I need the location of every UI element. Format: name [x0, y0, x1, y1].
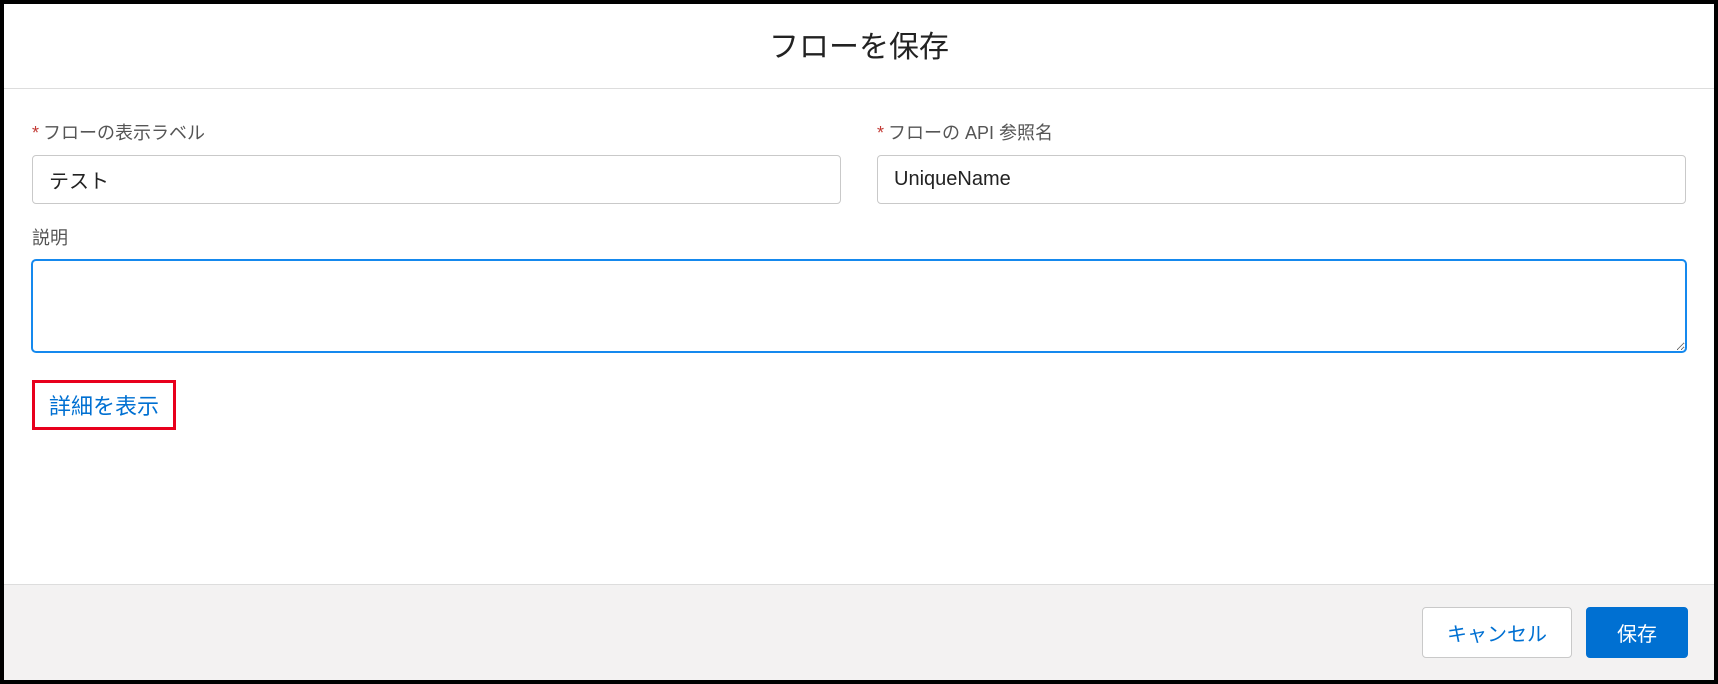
- display-label-label: *フローの表示ラベル: [32, 119, 841, 145]
- api-name-label: *フローの API 参照名: [877, 119, 1686, 145]
- save-button[interactable]: 保存: [1586, 607, 1688, 658]
- dialog-footer: キャンセル 保存: [4, 584, 1714, 680]
- api-name-input[interactable]: [877, 155, 1686, 204]
- cancel-button[interactable]: キャンセル: [1422, 607, 1572, 658]
- show-details-highlight: 詳細を表示: [32, 380, 176, 430]
- dialog-body: *フローの表示ラベル *フローの API 参照名 説明 詳細を表示: [4, 89, 1714, 584]
- field-row-top: *フローの表示ラベル *フローの API 参照名: [32, 119, 1686, 204]
- required-asterisk: *: [877, 123, 884, 143]
- api-name-text: フローの API 参照名: [888, 123, 1053, 143]
- description-label: 説明: [32, 224, 1686, 250]
- field-display-label: *フローの表示ラベル: [32, 119, 841, 204]
- field-api-name: *フローの API 参照名: [877, 119, 1686, 204]
- save-flow-dialog: フローを保存 *フローの表示ラベル *フローの API 参照名 説明 詳細を表示: [0, 0, 1718, 684]
- field-description: 説明: [32, 224, 1686, 352]
- required-asterisk: *: [32, 123, 39, 143]
- description-textarea[interactable]: [32, 260, 1686, 352]
- display-label-input[interactable]: [32, 155, 841, 204]
- display-label-text: フローの表示ラベル: [43, 123, 205, 143]
- show-details-link[interactable]: 詳細を表示: [49, 394, 159, 419]
- dialog-title: フローを保存: [4, 22, 1714, 66]
- dialog-header: フローを保存: [4, 4, 1714, 89]
